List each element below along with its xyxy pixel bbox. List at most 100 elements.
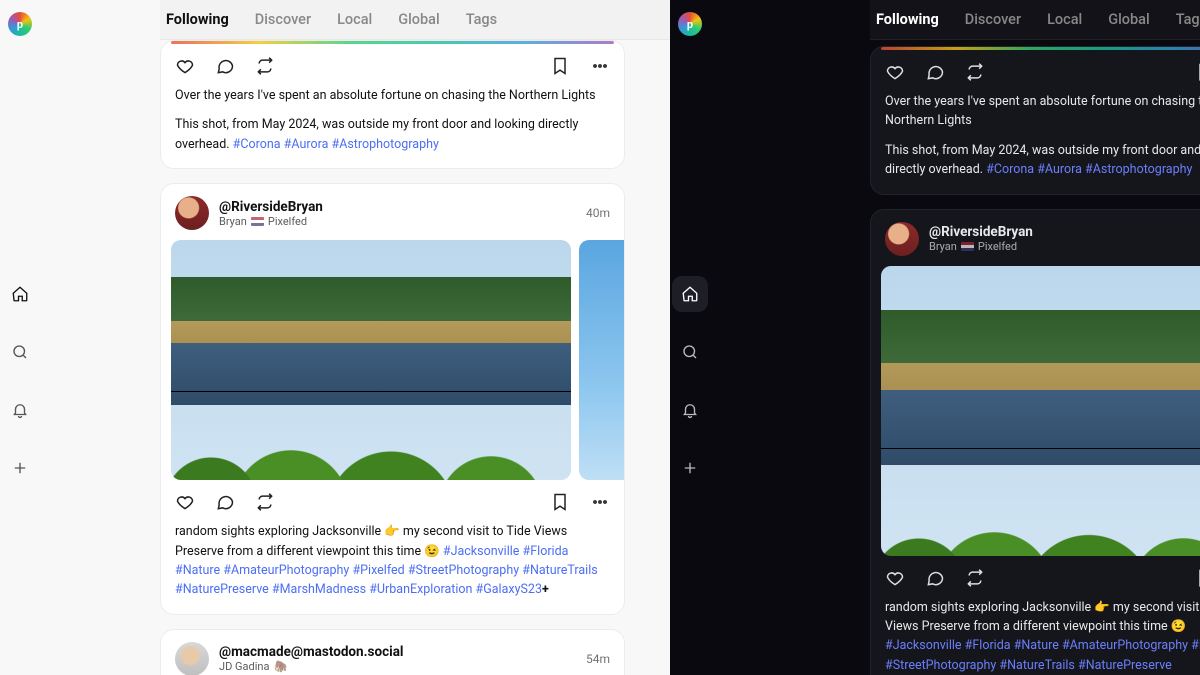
comment-icon[interactable] [215, 56, 235, 76]
hashtag[interactable]: #NatureTrails [999, 658, 1074, 673]
hashtag[interactable]: #Corona [986, 162, 1034, 177]
hashtag[interactable]: #StreetPhotography [408, 563, 519, 578]
timestamp: 40m [586, 206, 610, 220]
hashtag[interactable]: #NaturePreserve [1078, 658, 1172, 673]
more-icon[interactable] [590, 56, 610, 76]
repost-icon[interactable] [255, 492, 275, 512]
like-icon[interactable] [175, 492, 195, 512]
bookmark-icon[interactable] [1195, 62, 1200, 82]
tab-global[interactable]: Global [398, 11, 439, 28]
hashtag[interactable]: #MarshMadness [272, 582, 366, 597]
hashtag[interactable]: #StreetPhotography [885, 658, 996, 673]
post-handle[interactable]: @RiversideBryan [929, 224, 1033, 240]
hashtag[interactable]: #GalaxyS23 [476, 582, 542, 597]
hashtag[interactable]: #Astrophotography [1085, 162, 1192, 177]
sidebar-rail: p [0, 0, 40, 675]
hashtag[interactable]: #Aurora [284, 137, 329, 152]
post-actions [871, 556, 1200, 598]
like-icon[interactable] [175, 56, 195, 76]
tab-local[interactable]: Local [1047, 11, 1082, 28]
hashtag[interactable]: #Jacksonville [885, 638, 962, 653]
post-handle[interactable]: @macmade@mastodon.social [219, 644, 404, 660]
post-caption: random sights exploring Jacksonville 👉 m… [161, 522, 624, 614]
hashtag[interactable]: #Jacksonville [443, 544, 520, 559]
avatar[interactable] [885, 222, 919, 256]
like-icon[interactable] [885, 62, 905, 82]
tab-discover[interactable]: Discover [255, 11, 311, 28]
hashtag[interactable]: #NaturePreserve [175, 582, 269, 597]
caption-line: Over the years I've spent an absolute fo… [885, 92, 1200, 131]
nav-notifications[interactable] [672, 392, 708, 428]
light-theme-pane: p Following Discover Local Global Tags [0, 0, 670, 675]
nav-search[interactable] [2, 334, 38, 370]
tab-tags[interactable]: Tags [466, 11, 497, 28]
tab-tags[interactable]: Tags [1176, 11, 1200, 28]
comment-icon[interactable] [925, 62, 945, 82]
search-icon [681, 343, 699, 361]
hashtag[interactable]: #NatureTrails [522, 563, 597, 578]
caption-line: Over the years I've spent an absolute fo… [175, 86, 610, 105]
comment-icon[interactable] [925, 568, 945, 588]
post-photo[interactable] [881, 266, 1200, 556]
sidebar-rail: p [670, 0, 710, 675]
hashtag[interactable]: #Florida [523, 544, 569, 559]
bookmark-icon[interactable] [1195, 568, 1200, 588]
post-actions [871, 50, 1200, 92]
hashtag[interactable]: #UrbanExploration [369, 582, 472, 597]
nav-notifications[interactable] [2, 392, 38, 428]
hashtag[interactable]: #Florida [965, 638, 1011, 653]
repost-icon[interactable] [255, 56, 275, 76]
post-bryan-card: @RiversideBryan Bryan Pixelfed 40m [160, 183, 625, 615]
post-header: @RiversideBryan Bryan Pixelfed 40m [871, 210, 1200, 266]
post-photo-next[interactable] [579, 240, 625, 480]
comment-icon[interactable] [215, 492, 235, 512]
nav-home[interactable] [2, 276, 38, 312]
post-macmade-card: @macmade@mastodon.social JD Gadina🦣 54m [160, 629, 625, 675]
hashtag[interactable]: #Corona [233, 137, 281, 152]
nav-compose[interactable] [2, 450, 38, 486]
bookmark-icon[interactable] [550, 56, 570, 76]
post-subhandle: Bryan Pixelfed [219, 215, 323, 228]
tab-discover[interactable]: Discover [965, 11, 1021, 28]
hashtag[interactable]: #AmateurPhotography [1062, 638, 1188, 653]
home-icon [681, 285, 699, 303]
post-handle[interactable]: @RiversideBryan [219, 199, 323, 215]
hashtag[interactable]: #AmateurPhotography [223, 563, 349, 578]
post-actions [161, 44, 624, 86]
post-media-row [161, 240, 624, 480]
avatar[interactable] [175, 196, 209, 230]
like-icon[interactable] [885, 568, 905, 588]
flag-icon [961, 242, 974, 251]
hashtag-more[interactable]: + [542, 582, 549, 597]
post-actions [161, 480, 624, 522]
tab-following[interactable]: Following [166, 11, 229, 28]
hashtag[interactable]: #Nature [175, 563, 220, 578]
post-header: @macmade@mastodon.social JD Gadina🦣 54m [161, 630, 624, 675]
hashtag[interactable]: #Aurora [1037, 162, 1082, 177]
post-image-placeholder [881, 47, 1200, 50]
sidebar-nav [672, 276, 708, 486]
repost-icon[interactable] [965, 568, 985, 588]
post-photo[interactable] [171, 240, 571, 480]
sidebar-nav [2, 276, 38, 486]
nav-home[interactable] [672, 276, 708, 312]
post-caption: Over the years I've spent an absolute fo… [871, 92, 1200, 194]
hashtag[interactable]: #Pixelfed [1191, 638, 1200, 653]
app-logo[interactable]: p [8, 12, 32, 36]
post-bryan-card: @RiversideBryan Bryan Pixelfed 40m [870, 209, 1200, 675]
hashtag[interactable]: #Pixelfed [352, 563, 404, 578]
nav-search[interactable] [672, 334, 708, 370]
more-icon[interactable] [590, 492, 610, 512]
app-logo[interactable]: p [678, 12, 702, 36]
tab-global[interactable]: Global [1108, 11, 1149, 28]
feed-tabs: Following Discover Local Global Tags [160, 0, 670, 40]
repost-icon[interactable] [965, 62, 985, 82]
hashtag[interactable]: #Nature [1014, 638, 1059, 653]
hashtag[interactable]: #Astrophotography [332, 137, 439, 152]
avatar[interactable] [175, 642, 209, 675]
tab-following[interactable]: Following [876, 11, 939, 28]
home-icon [11, 285, 29, 303]
bookmark-icon[interactable] [550, 492, 570, 512]
nav-compose[interactable] [672, 450, 708, 486]
tab-local[interactable]: Local [337, 11, 372, 28]
